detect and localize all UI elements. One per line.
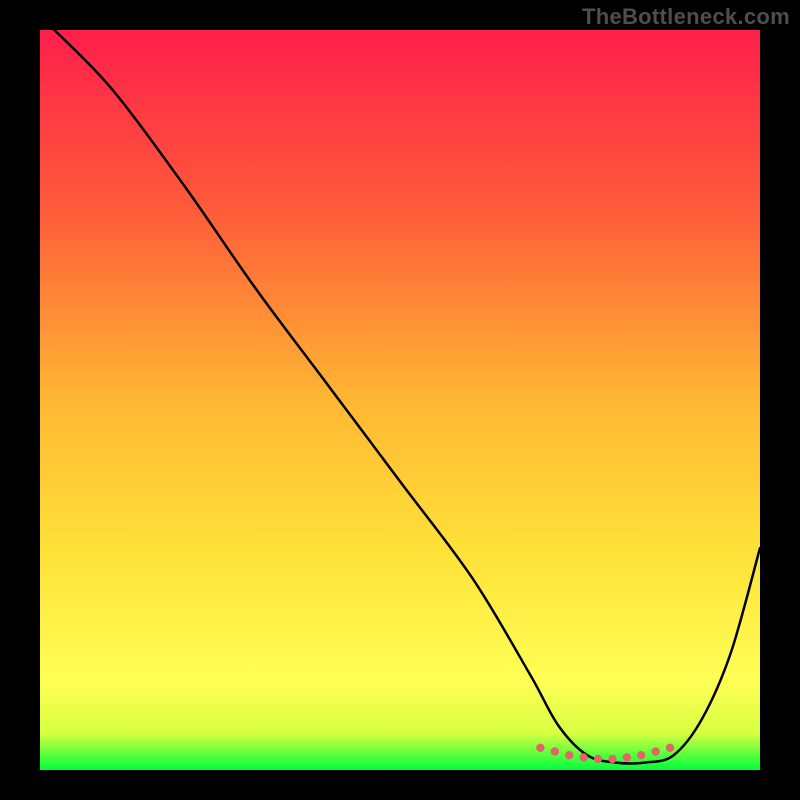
plot-area: [40, 30, 760, 770]
trough-marker: [666, 744, 674, 752]
watermark-text: TheBottleneck.com: [582, 4, 790, 30]
trough-marker: [579, 753, 587, 761]
curve-group: [54, 30, 760, 764]
curve-layer: [40, 30, 760, 770]
trough-marker: [651, 747, 659, 755]
trough-marker: [551, 747, 559, 755]
main-curve: [54, 30, 760, 764]
trough-marker: [594, 755, 602, 763]
trough-marker: [623, 753, 631, 761]
trough-marker: [637, 751, 645, 759]
trough-marker: [565, 751, 573, 759]
trough-marker: [536, 744, 544, 752]
trough-marker: [608, 755, 616, 763]
chart-frame: TheBottleneck.com: [0, 0, 800, 800]
